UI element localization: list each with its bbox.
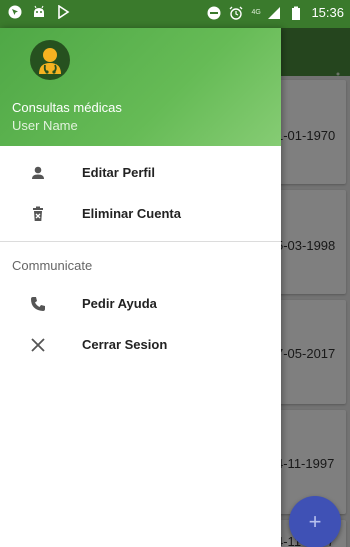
person-icon [32,166,44,179]
plus-icon: + [308,509,322,534]
menu-item-edit-profile[interactable]: Editar Perfil [0,153,281,193]
menu-item-label: Pedir Ayuda [82,296,157,311]
battery-icon [292,6,301,20]
avatar [30,40,70,80]
signal-icon [268,6,281,19]
app-screen: 1-01-1970 5-03-1998 7-05-2017 4-11-1997 … [0,0,350,547]
do-not-disturb-icon [207,6,221,19]
drawer-header: Consultas médicas User Name [0,28,281,146]
section-header: Communicate [12,258,93,273]
android-icon [34,5,44,17]
menu-item-logout[interactable]: Cerrar Sesion [0,325,281,365]
header-title: Consultas médicas [12,100,122,115]
menu-item-label: Eliminar Cuenta [82,206,181,221]
drawer-divider [0,241,281,242]
alarm-icon [229,6,243,20]
clock: 15:36 [311,5,344,20]
add-button[interactable]: + [289,496,341,547]
network-type: 4G [251,8,261,16]
doctor-icon [39,48,61,74]
menu-item-get-help[interactable]: Pedir Ayuda [0,284,281,324]
status-bar: 4G 15:36 [0,0,350,28]
navigation-icon [8,5,22,19]
menu-item-label: Cerrar Sesion [82,337,168,352]
header-user-name: User Name [12,118,78,133]
menu-item-delete-account[interactable]: Eliminar Cuenta [0,194,281,234]
delete-icon [33,206,43,221]
navigation-drawer: Consultas médicas User Name Editar Perfi… [0,28,281,547]
phone-icon [31,297,45,311]
close-icon [31,338,45,352]
play-store-icon [58,5,70,19]
menu-item-label: Editar Perfil [82,165,155,180]
